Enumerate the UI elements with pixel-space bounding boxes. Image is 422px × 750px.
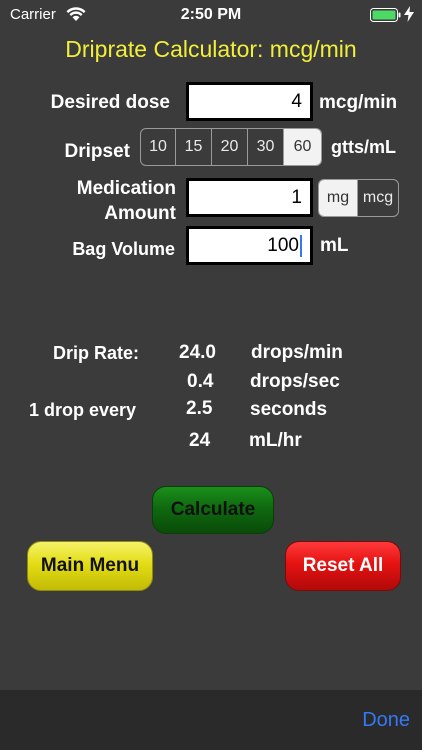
keyboard-toolbar: Done bbox=[0, 690, 422, 750]
drops-per-sec-value: 0.4 bbox=[187, 371, 214, 392]
desired-dose-label: Desired dose bbox=[50, 92, 170, 113]
desired-dose-value: 4 bbox=[291, 90, 302, 112]
bag-volume-value: 100 bbox=[267, 234, 299, 256]
drop-every-label: 1 drop every bbox=[29, 400, 137, 420]
medication-amount-value: 1 bbox=[291, 186, 302, 208]
seconds-value: 2.5 bbox=[186, 398, 213, 419]
dripset-option-30[interactable]: 30 bbox=[248, 129, 284, 165]
desired-dose-input[interactable]: 4 bbox=[186, 82, 313, 121]
drops-per-min-value: 24.0 bbox=[179, 342, 216, 363]
drip-rate-label: Drip Rate: bbox=[53, 343, 140, 363]
bag-volume-input[interactable]: 100 bbox=[186, 226, 313, 265]
dripset-option-60[interactable]: 60 bbox=[284, 129, 321, 165]
medication-unit-option-mcg[interactable]: mcg bbox=[358, 180, 398, 216]
dripset-label: Dripset bbox=[64, 141, 130, 162]
dripset-unit: gtts/mL bbox=[331, 137, 396, 157]
ml-per-hr-unit: mL/hr bbox=[249, 430, 302, 451]
status-bar: Carrier 2:50 PM bbox=[0, 0, 422, 30]
bag-volume-label: Bag Volume bbox=[72, 239, 175, 259]
medication-amount-label-line1: Medication bbox=[76, 178, 176, 199]
status-time: 2:50 PM bbox=[180, 6, 242, 23]
medication-unit-segmented-control[interactable]: mg mcg bbox=[318, 179, 399, 217]
reset-all-button[interactable]: Reset All bbox=[285, 541, 401, 591]
dripset-option-10[interactable]: 10 bbox=[141, 129, 176, 165]
dripset-option-20[interactable]: 20 bbox=[212, 129, 248, 165]
charging-icon bbox=[404, 6, 414, 27]
desired-dose-unit: mcg/min bbox=[319, 92, 398, 113]
main-menu-button[interactable]: Main Menu bbox=[27, 541, 153, 591]
text-cursor bbox=[300, 234, 302, 257]
drops-per-min-unit: drops/min bbox=[251, 342, 343, 363]
battery-icon bbox=[370, 8, 402, 27]
dripset-segmented-control[interactable]: 10 15 20 30 60 bbox=[140, 128, 322, 166]
bag-volume-unit: mL bbox=[320, 235, 349, 256]
calculate-button[interactable]: Calculate bbox=[152, 486, 274, 534]
medication-unit-option-mg[interactable]: mg bbox=[319, 180, 359, 216]
dripset-option-15[interactable]: 15 bbox=[176, 129, 212, 165]
ml-per-hr-value: 24 bbox=[189, 430, 211, 451]
medication-amount-input[interactable]: 1 bbox=[186, 178, 313, 217]
medication-amount-label: Medication Amount bbox=[77, 176, 176, 226]
done-button[interactable]: Done bbox=[362, 709, 410, 732]
seconds-unit: seconds bbox=[250, 399, 328, 420]
drops-per-sec-unit: drops/sec bbox=[250, 371, 340, 392]
page-title: Driprate Calculator: mcg/min bbox=[65, 36, 357, 62]
medication-amount-label-line2: Amount bbox=[104, 203, 176, 224]
